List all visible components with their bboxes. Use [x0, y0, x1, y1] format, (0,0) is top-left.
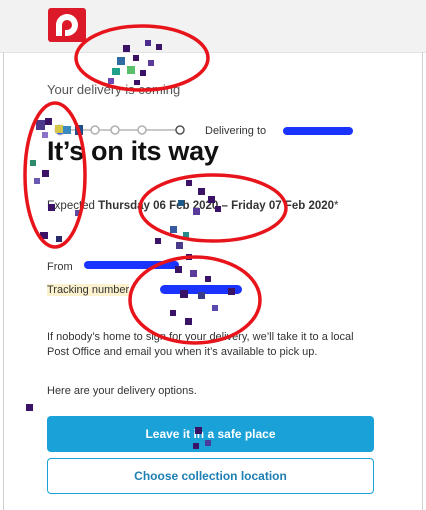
red-annotation-circles — [23, 24, 288, 345]
pixel-noise — [26, 40, 235, 449]
annotation-overlay — [23, 24, 288, 449]
